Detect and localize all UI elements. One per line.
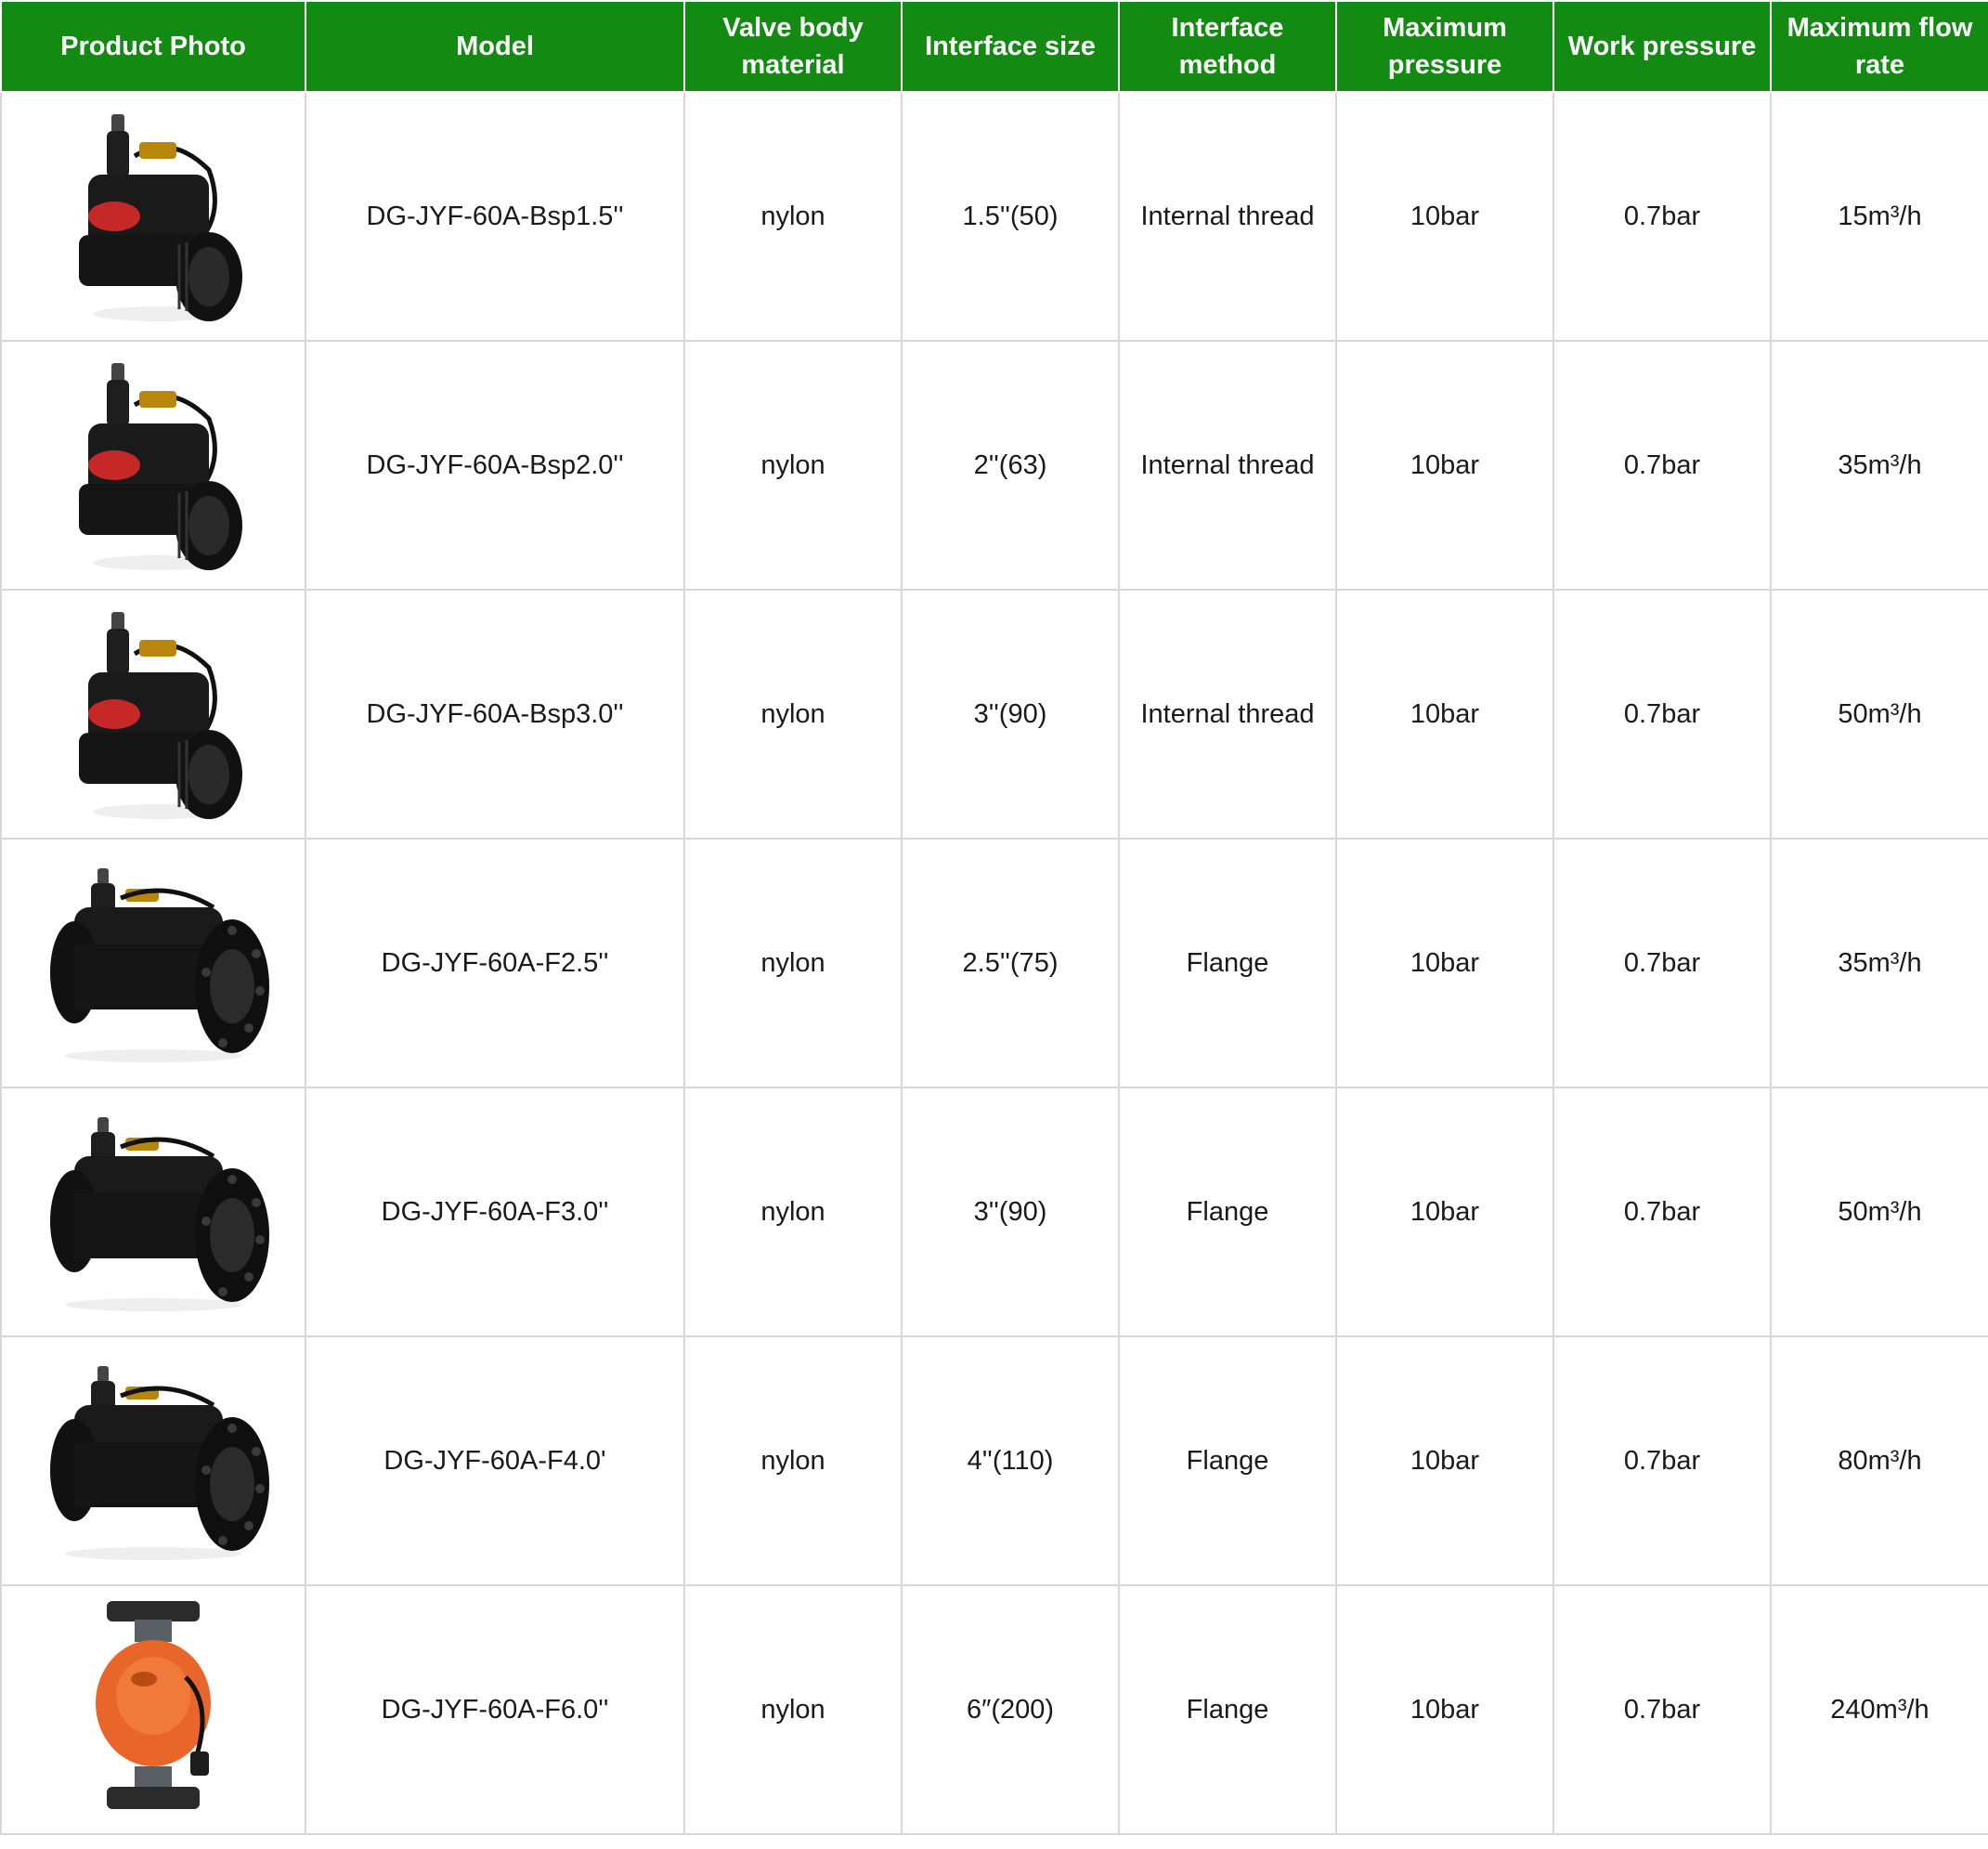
model-cell: DG-JYF-60A-Bsp3.0'' [305, 589, 685, 840]
product-photo-cell [0, 1584, 306, 1835]
interface-size-cell: 2''(63) [901, 340, 1120, 591]
model-cell: DG-JYF-60A-F6.0'' [305, 1584, 685, 1835]
valve-flange-photo [50, 868, 269, 1062]
material-cell: nylon [683, 589, 903, 840]
material-cell: nylon [683, 1087, 903, 1337]
header-work-pressure: Work pressure [1553, 0, 1772, 93]
header-interface-method: Interface method [1118, 0, 1337, 93]
flow-rate-cell: 35m³/h [1770, 838, 1988, 1088]
table-header-row: Product Photo Model Valve body material I… [0, 0, 1988, 93]
work-pressure-cell: 0.7bar [1553, 1087, 1772, 1337]
flow-rate-cell: 50m³/h [1770, 1087, 1988, 1337]
flow-rate-cell: 240m³/h [1770, 1584, 1988, 1835]
table-row-3: DG-JYF-60A-Bsp3.0'' nylon 3''(90) Intern… [0, 589, 1988, 840]
max-pressure-cell: 10bar [1335, 1584, 1554, 1835]
max-pressure-cell: 10bar [1335, 838, 1554, 1088]
valve-threaded-photo [79, 363, 242, 570]
product-photo-cell [0, 91, 306, 342]
header-product-photo: Product Photo [0, 0, 306, 93]
header-maximum-pressure: Maximum pressure [1335, 0, 1554, 93]
product-photo-cell [0, 1335, 306, 1586]
interface-method-cell: Flange [1118, 1335, 1337, 1586]
table-row-4: DG-JYF-60A-F2.5'' nylon 2.5''(75) Flange… [0, 838, 1988, 1088]
max-pressure-cell: 10bar [1335, 1335, 1554, 1586]
valve-flange-photo [50, 1117, 269, 1311]
interface-method-cell: Flange [1118, 838, 1337, 1088]
table-row-6: DG-JYF-60A-F4.0' nylon 4''(110) Flange 1… [0, 1335, 1988, 1586]
interface-method-cell: Internal thread [1118, 589, 1337, 840]
material-cell: nylon [683, 1584, 903, 1835]
interface-method-cell: Internal thread [1118, 91, 1337, 342]
table-row-7: DG-JYF-60A-F6.0'' nylon 6″(200) Flange 1… [0, 1584, 1988, 1835]
interface-method-cell: Flange [1118, 1584, 1337, 1835]
valve-threaded-photo [79, 612, 242, 819]
product-photo-cell [0, 340, 306, 591]
product-photo-cell [0, 589, 306, 840]
work-pressure-cell: 0.7bar [1553, 91, 1772, 342]
header-valve-body-material: Valve body material [683, 0, 903, 93]
max-pressure-cell: 10bar [1335, 589, 1554, 840]
interface-size-cell: 4''(110) [901, 1335, 1120, 1586]
valve-flange-photo [50, 1366, 269, 1560]
header-model: Model [305, 0, 685, 93]
interface-method-cell: Internal thread [1118, 340, 1337, 591]
work-pressure-cell: 0.7bar [1553, 1584, 1772, 1835]
interface-size-cell: 1.5''(50) [901, 91, 1120, 342]
header-interface-size: Interface size [901, 0, 1120, 93]
interface-size-cell: 3''(90) [901, 1087, 1120, 1337]
max-pressure-cell: 10bar [1335, 1087, 1554, 1337]
material-cell: nylon [683, 838, 903, 1088]
valve-threaded-photo [79, 114, 242, 321]
model-cell: DG-JYF-60A-F4.0' [305, 1335, 685, 1586]
product-photo-cell [0, 838, 306, 1088]
work-pressure-cell: 0.7bar [1553, 1335, 1772, 1586]
interface-size-cell: 6″(200) [901, 1584, 1120, 1835]
max-pressure-cell: 10bar [1335, 340, 1554, 591]
valve-orange-photo [96, 1601, 211, 1809]
material-cell: nylon [683, 91, 903, 342]
header-maximum-flow-rate: Maximum flow rate [1770, 0, 1988, 93]
flow-rate-cell: 50m³/h [1770, 589, 1988, 840]
flow-rate-cell: 15m³/h [1770, 91, 1988, 342]
model-cell: DG-JYF-60A-F3.0'' [305, 1087, 685, 1337]
model-cell: DG-JYF-60A-F2.5'' [305, 838, 685, 1088]
product-photo-cell [0, 1087, 306, 1337]
work-pressure-cell: 0.7bar [1553, 340, 1772, 591]
interface-size-cell: 3''(90) [901, 589, 1120, 840]
interface-size-cell: 2.5''(75) [901, 838, 1120, 1088]
max-pressure-cell: 10bar [1335, 91, 1554, 342]
material-cell: nylon [683, 340, 903, 591]
model-cell: DG-JYF-60A-Bsp1.5'' [305, 91, 685, 342]
flow-rate-cell: 80m³/h [1770, 1335, 1988, 1586]
material-cell: nylon [683, 1335, 903, 1586]
table-row-5: DG-JYF-60A-F3.0'' nylon 3''(90) Flange 1… [0, 1087, 1988, 1337]
table-row-1: DG-JYF-60A-Bsp1.5'' nylon 1.5''(50) Inte… [0, 91, 1988, 342]
interface-method-cell: Flange [1118, 1087, 1337, 1337]
model-cell: DG-JYF-60A-Bsp2.0'' [305, 340, 685, 591]
table-row-2: DG-JYF-60A-Bsp2.0'' nylon 2''(63) Intern… [0, 340, 1988, 591]
product-spec-table: Product Photo Model Valve body material I… [0, 0, 1988, 1835]
work-pressure-cell: 0.7bar [1553, 838, 1772, 1088]
work-pressure-cell: 0.7bar [1553, 589, 1772, 840]
flow-rate-cell: 35m³/h [1770, 340, 1988, 591]
